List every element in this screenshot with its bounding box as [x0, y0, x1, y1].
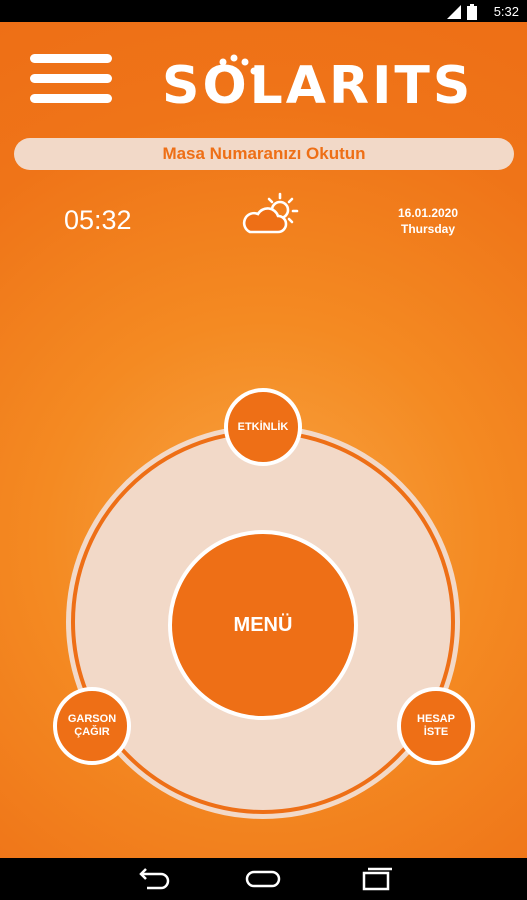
- menu-label: MENÜ: [233, 613, 293, 636]
- request-bill-line1: HESAP: [417, 713, 455, 725]
- request-bill-line2: İSTE: [423, 726, 449, 738]
- battery-icon: [467, 4, 477, 20]
- call-waiter-line2: ÇAĞIR: [74, 726, 110, 738]
- signal-icon: [447, 5, 461, 19]
- status-time: 5:32: [493, 4, 519, 19]
- events-label: ETKİNLİK: [237, 420, 289, 433]
- logo-text: SOLARITS: [162, 56, 474, 116]
- recent-apps-icon[interactable]: [356, 866, 396, 892]
- date-display: 16.01.2020 Thursday: [380, 205, 476, 237]
- partly-cloudy-icon: [242, 192, 299, 234]
- menu-button[interactable]: MENÜ: [168, 530, 358, 720]
- home-icon[interactable]: [243, 866, 283, 892]
- main-screen: SOLARITS Masa Numaranızı Okutun 05:32 16…: [0, 22, 527, 858]
- call-waiter-label: GARSON ÇAĞIR: [68, 713, 116, 739]
- call-waiter-button[interactable]: GARSON ÇAĞIR: [53, 687, 131, 765]
- hamburger-menu-button[interactable]: [30, 54, 112, 110]
- date-text: 16.01.2020: [397, 206, 459, 220]
- menu-line: [30, 74, 112, 83]
- status-icons: [447, 4, 477, 20]
- status-bar: 5:32: [0, 0, 527, 22]
- menu-line: [30, 54, 112, 63]
- clock: 05:32: [64, 205, 132, 235]
- weekday-text: Thursday: [400, 222, 455, 236]
- events-button[interactable]: ETKİNLİK: [224, 388, 302, 466]
- back-icon[interactable]: [133, 866, 173, 892]
- navigation-bar: [0, 858, 527, 900]
- menu-line: [30, 94, 112, 103]
- request-bill-button[interactable]: HESAP İSTE: [397, 687, 475, 765]
- request-bill-label: HESAP İSTE: [417, 713, 455, 739]
- solarits-logo: SOLARITS: [162, 52, 474, 116]
- call-waiter-line1: GARSON: [67, 713, 117, 725]
- scan-table-number-button[interactable]: Masa Numaranızı Okutun: [14, 138, 514, 170]
